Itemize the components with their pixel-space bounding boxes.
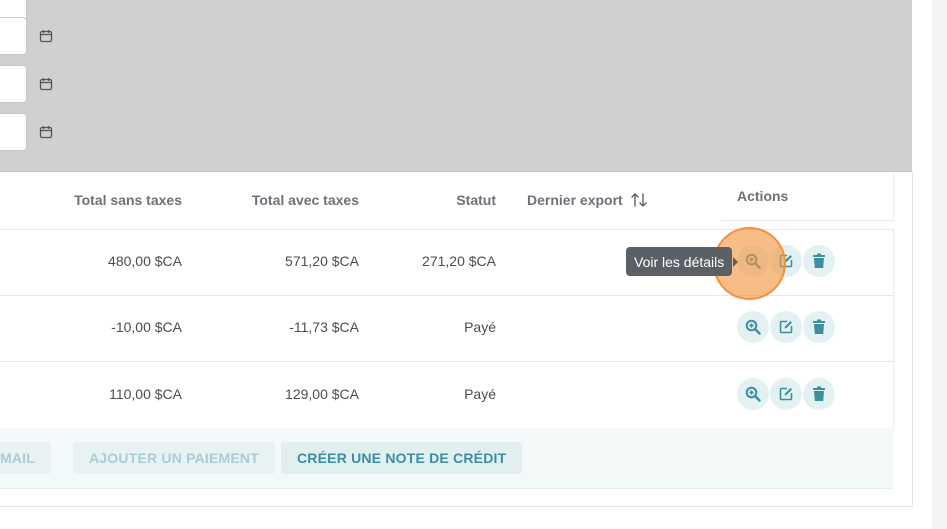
header-total-ht: Total sans taxes — [74, 192, 182, 208]
zoom-in-icon — [745, 386, 761, 402]
row-divider — [0, 361, 894, 362]
send-mail-button[interactable]: MAIL — [0, 442, 52, 474]
tooltip-arrow — [733, 257, 738, 267]
cell-total-ttc: 571,20 $CA — [285, 253, 359, 269]
filter-panel — [0, 0, 912, 172]
header-total-ttc: Total avec taxes — [251, 192, 359, 208]
header-actions: Actions — [737, 188, 789, 204]
create-credit-note-button[interactable]: CRÉER UNE NOTE DE CRÉDIT — [281, 442, 523, 474]
cell-total-ht: -10,00 $CA — [111, 319, 182, 335]
add-payment-button[interactable]: AJOUTER UN PAIEMENT — [73, 442, 275, 474]
edit-button[interactable] — [770, 378, 802, 410]
actions-column-border — [893, 229, 894, 429]
delete-button[interactable] — [803, 378, 835, 410]
date-input-4[interactable] — [0, 113, 27, 151]
invoice-page: Total sans taxes Total avec taxes Statut… — [0, 0, 947, 529]
trash-icon — [813, 253, 825, 268]
card-border — [0, 506, 913, 507]
edit-button[interactable] — [770, 311, 802, 343]
header-last-export: Dernier export — [527, 192, 623, 208]
tooltip: Voir les détails — [626, 247, 733, 276]
edit-icon — [779, 387, 793, 401]
header-status: Statut — [456, 192, 496, 208]
cell-total-ttc: 129,00 $CA — [285, 386, 359, 402]
calendar-icon[interactable] — [39, 125, 53, 139]
zoom-in-icon — [745, 319, 761, 335]
delete-button[interactable] — [803, 311, 835, 343]
card-border — [912, 172, 913, 507]
cell-total-ht: 110,00 $CA — [109, 386, 182, 402]
trash-icon — [813, 319, 825, 334]
calendar-icon[interactable] — [39, 77, 53, 91]
cell-total-ht: 480,00 $CA — [108, 253, 182, 269]
calendar-icon[interactable] — [39, 29, 53, 43]
date-input-3[interactable] — [0, 65, 27, 103]
cell-total-ttc: -11,73 $CA — [289, 319, 359, 335]
trash-icon — [813, 386, 825, 401]
cell-status: Payé — [464, 386, 496, 402]
delete-button[interactable] — [803, 245, 835, 277]
view-details-button[interactable] — [737, 378, 769, 410]
sort-arrows-icon[interactable] — [630, 191, 648, 209]
view-details-button[interactable] — [737, 311, 769, 343]
date-input-2[interactable] — [0, 17, 27, 55]
edit-icon — [779, 320, 793, 334]
cell-status: 271,20 $CA — [422, 253, 496, 269]
page-gutter — [932, 0, 947, 529]
invoice-actions-bar: MAIL AJOUTER UN PAIEMENT CRÉER UNE NOTE … — [0, 428, 894, 489]
actions-header: Actions — [721, 173, 894, 221]
cell-status: Payé — [464, 319, 496, 335]
